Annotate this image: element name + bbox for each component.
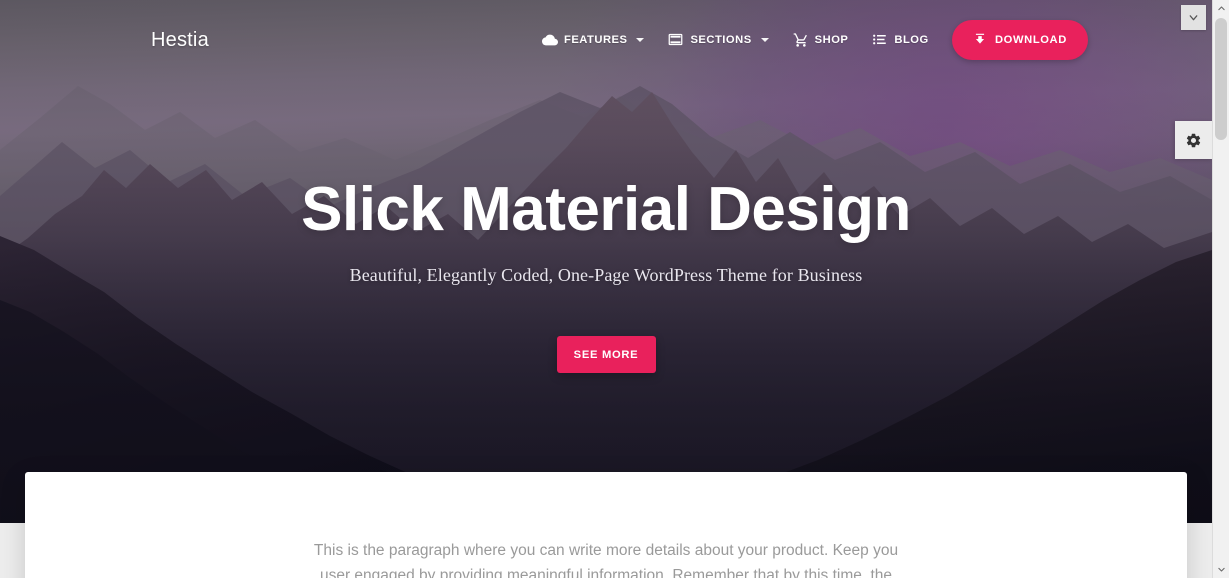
chevron-down-icon (636, 37, 645, 42)
cloud-icon (542, 32, 558, 48)
settings-button[interactable] (1175, 121, 1212, 159)
browser-page: Hestia FEATURES SECTIONS SHOP BLOG DOWNL… (0, 0, 1229, 578)
nav-item-features[interactable]: FEATURES (530, 23, 656, 57)
content-card: This is the paragraph where you can writ… (25, 472, 1187, 578)
scroll-down-arrow[interactable] (1213, 561, 1229, 578)
gear-icon (1186, 133, 1201, 147)
hero-title: Slick Material Design (301, 175, 911, 244)
download-icon (973, 32, 987, 49)
page-viewport: Hestia FEATURES SECTIONS SHOP BLOG DOWNL… (0, 0, 1212, 578)
hero-cta-wrap: SEE MORE (0, 336, 1212, 373)
scroll-up-arrow[interactable] (1213, 0, 1229, 17)
browser-scrollbar[interactable] (1212, 0, 1229, 578)
nav-item-shop-label: SHOP (814, 33, 849, 46)
nav-item-features-label: FEATURES (564, 33, 628, 46)
list-icon (872, 32, 888, 48)
collapse-toggle-button[interactable] (1181, 5, 1206, 30)
nav-item-sections-label: SECTIONS (690, 33, 752, 46)
card-paragraph: This is the paragraph where you can writ… (313, 542, 899, 578)
chevron-down-icon (1189, 15, 1198, 21)
download-button-label: DOWNLOAD (995, 34, 1067, 46)
scrollbar-thumb[interactable] (1215, 18, 1227, 140)
site-navbar: Hestia FEATURES SECTIONS SHOP BLOG DOWNL… (0, 0, 1212, 79)
nav-item-blog-label: BLOG (894, 33, 929, 46)
nav-item-blog[interactable]: BLOG (860, 23, 940, 57)
layout-icon (668, 32, 684, 48)
hero-subtitle: Beautiful, Elegantly Coded, One-Page Wor… (349, 265, 863, 285)
chevron-down-icon (760, 37, 769, 42)
nav-item-sections[interactable]: SECTIONS (656, 23, 780, 57)
brand-logo[interactable]: Hestia (151, 29, 209, 52)
hero-section: Hestia FEATURES SECTIONS SHOP BLOG DOWNL… (0, 0, 1212, 523)
cart-icon (793, 32, 809, 48)
download-button[interactable]: DOWNLOAD (952, 20, 1088, 60)
see-more-button[interactable]: SEE MORE (556, 336, 656, 373)
nav-item-shop[interactable]: SHOP (781, 23, 861, 57)
